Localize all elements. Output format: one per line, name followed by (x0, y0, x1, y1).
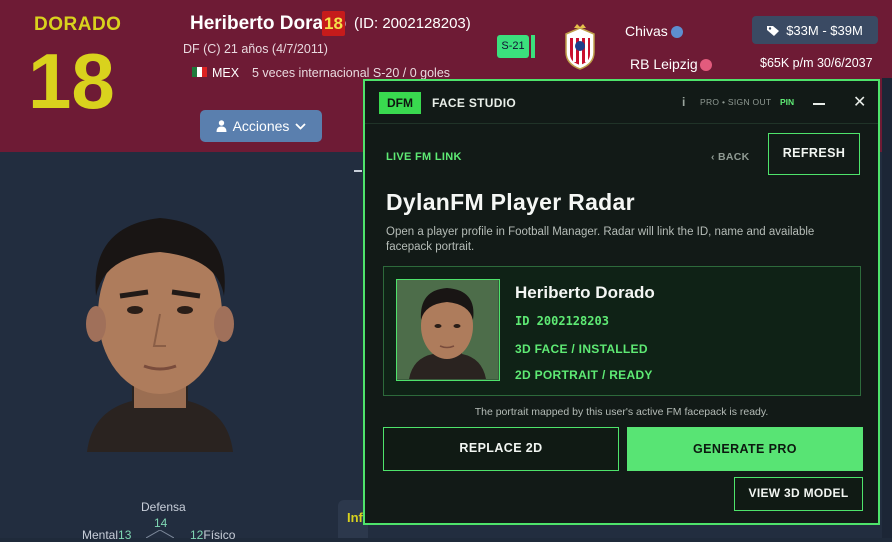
replace-2d-button[interactable]: REPLACE 2D (383, 427, 619, 471)
dfm-logo: DFM (379, 92, 421, 114)
attr-defense-value: 14 (154, 516, 168, 530)
page-title: DylanFM Player Radar (386, 189, 635, 215)
club-primary[interactable]: Chivas (625, 23, 668, 39)
club-crest-icon[interactable] (562, 24, 598, 70)
attr-defense-label: Defensa (141, 500, 186, 514)
face-status: 3D FACE / INSTALLED (515, 342, 648, 356)
face-studio-window: DFM FACE STUDIO i PRO • SIGN OUT PIN ✕ L… (363, 79, 880, 525)
wage-contract: $65K p/m 30/6/2037 (760, 56, 873, 70)
close-icon[interactable]: ✕ (853, 92, 866, 112)
description: Open a player profile in Football Manage… (386, 226, 815, 253)
app-name: FACE STUDIO (432, 96, 516, 110)
right-panel-strip (882, 78, 892, 538)
position-age: DF (C) 21 años (4/7/2011) (183, 42, 328, 56)
pin-button[interactable]: PIN (780, 97, 794, 107)
attr-mental: Mental13 (82, 528, 131, 542)
number-badge: 18 (322, 11, 345, 36)
pro-signout-link[interactable]: PRO • SIGN OUT (700, 97, 771, 107)
generate-pro-button[interactable]: GENERATE PRO (627, 427, 863, 471)
shirt-number: 18 (28, 37, 115, 125)
window-titlebar: DFM FACE STUDIO i PRO • SIGN OUT PIN ✕ (365, 81, 878, 124)
info-icon[interactable]: i (682, 95, 685, 109)
minimize-icon[interactable] (813, 103, 825, 105)
table-header-fragment (354, 170, 362, 172)
price-tag-icon (767, 25, 780, 36)
live-fm-link: LIVE FM LINK (386, 151, 462, 163)
info-tab-label: Inf (347, 510, 363, 525)
loan-icon[interactable] (700, 59, 712, 71)
view-3d-model-button[interactable]: VIEW 3D MODEL (734, 477, 863, 511)
refresh-button[interactable]: REFRESH (768, 133, 860, 175)
club-secondary[interactable]: RB Leipzig (630, 56, 698, 72)
value-range: $33M - $39M (786, 22, 863, 38)
portrait-thumbnail-image (397, 280, 498, 379)
player-card: Heriberto Dorado ID 2002128203 3D FACE /… (383, 266, 861, 396)
actions-button[interactable]: Acciones (200, 110, 322, 142)
player-portrait (86, 218, 234, 452)
nationality: MEX (212, 66, 240, 80)
portrait-status: 2D PORTRAIT / READY (515, 368, 653, 382)
back-button[interactable]: ‹ BACK (711, 151, 750, 163)
attr-physical-label: Físico (203, 528, 236, 542)
attr-physical-value: 12 (190, 528, 204, 542)
card-player-id: ID 2002128203 (515, 314, 609, 328)
squad-badge[interactable]: S-21 (497, 35, 529, 58)
international-caps: 5 veces internacional S-20 / 0 goles (252, 66, 451, 80)
club-info-icon[interactable] (671, 26, 683, 38)
surname-tag: DORADO (34, 14, 122, 35)
person-icon (216, 120, 227, 132)
player-thumbnail (396, 279, 500, 381)
squad-badge-bar (531, 35, 535, 58)
attr-physical: 12Físico (190, 528, 235, 542)
attribute-polygon (146, 530, 174, 538)
player-id: (ID: 2002128203) (354, 15, 471, 32)
attr-mental-label: Mental (82, 528, 119, 542)
attr-mental-value: 13 (118, 528, 132, 542)
status-note: The portrait mapped by this user's activ… (474, 406, 769, 418)
value-range-box[interactable]: $33M - $39M (752, 16, 878, 44)
actions-label: Acciones (232, 118, 290, 134)
mexico-flag-icon (192, 67, 207, 77)
chevron-down-icon (295, 122, 307, 130)
card-player-name: Heriberto Dorado (515, 283, 655, 302)
